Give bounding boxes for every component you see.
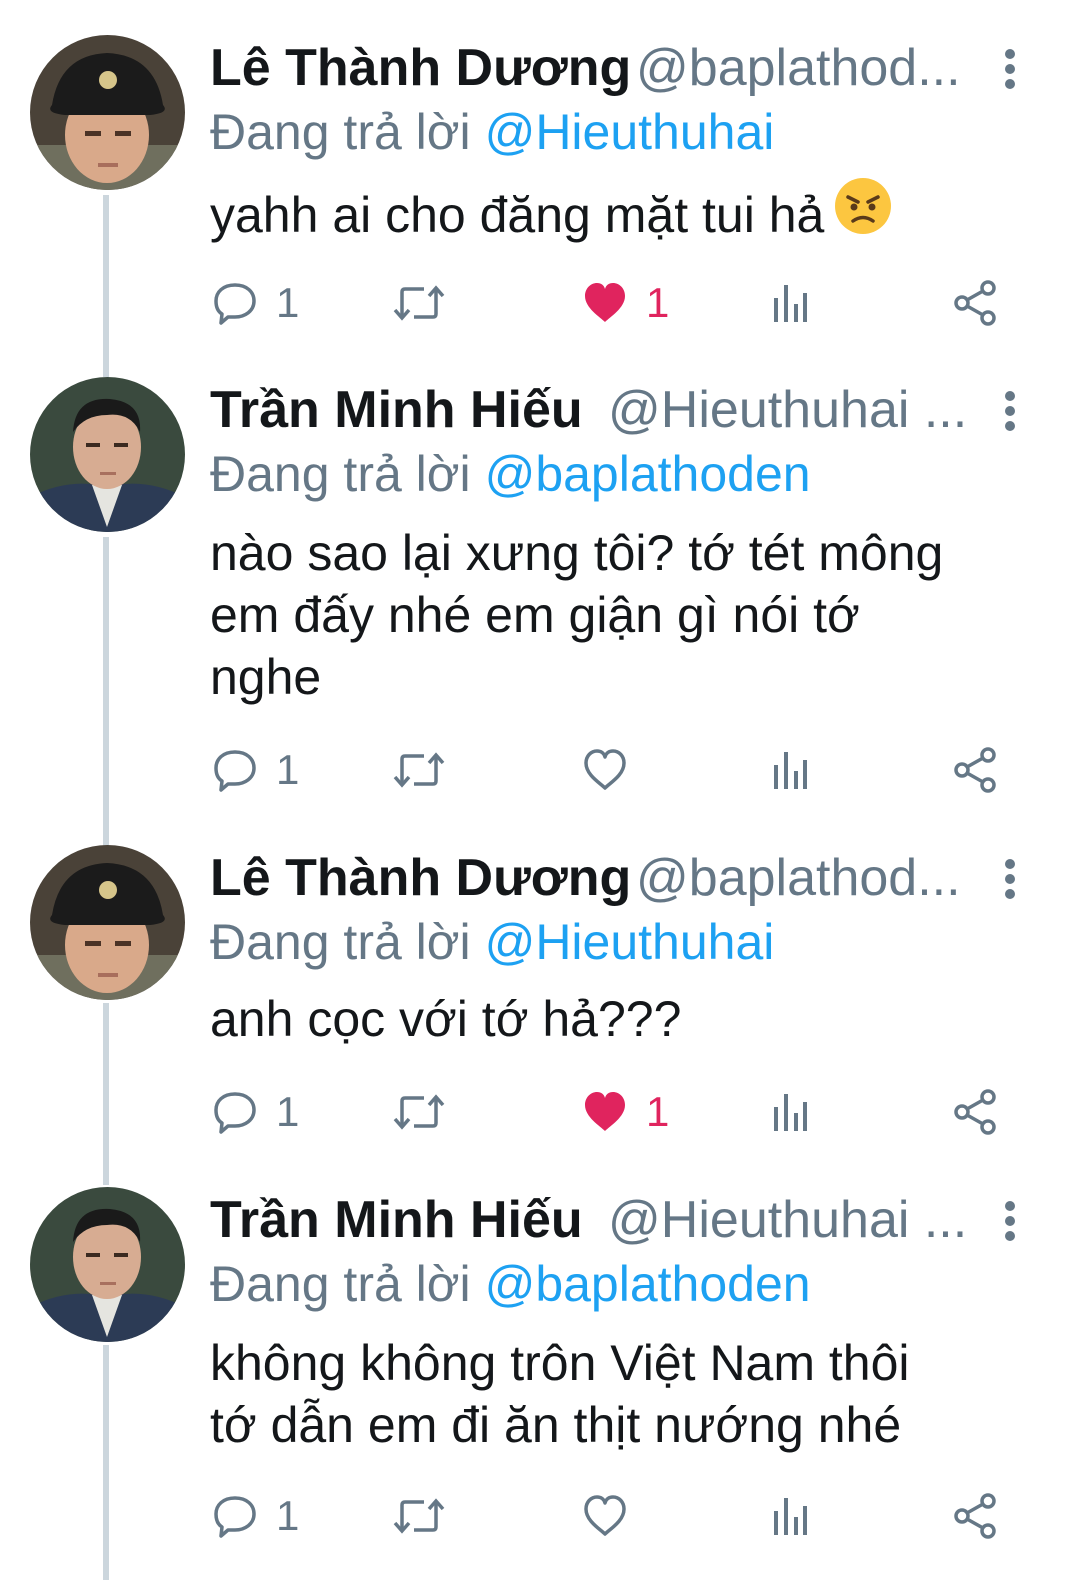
analytics-icon — [770, 280, 810, 326]
tweet-text: không không trôn Việt Nam thôi tớ dẫn em… — [210, 1332, 1020, 1456]
reply-icon — [212, 1089, 258, 1135]
reply-count: 1 — [276, 279, 300, 326]
reply-button[interactable]: 1 — [212, 273, 299, 333]
retweet-icon — [392, 1493, 446, 1539]
tweet-text-line-0: yahh ai cho đăng mặt tui hả — [210, 187, 825, 244]
share-icon — [952, 1089, 998, 1135]
avatar[interactable] — [30, 35, 185, 190]
like-button[interactable] — [582, 1486, 628, 1546]
retweet-icon — [392, 280, 446, 326]
like-button[interactable]: 1 — [582, 273, 669, 333]
reply-button[interactable]: 1 — [212, 1082, 299, 1142]
mention-link[interactable]: @baplathoden — [485, 446, 811, 502]
replying-to: Đang trả lời @baplathoden — [210, 1253, 811, 1315]
retweet-button[interactable] — [392, 1486, 446, 1546]
tweet-actions: 1 1 — [0, 1082, 1080, 1142]
avatar[interactable] — [30, 845, 185, 1000]
share-button[interactable] — [952, 1486, 998, 1546]
like-icon — [582, 1089, 628, 1135]
retweet-button[interactable] — [392, 273, 446, 333]
like-icon — [582, 280, 628, 326]
like-count: 1 — [646, 279, 670, 326]
user-handle[interactable]: @Hieuthuhai ... — [608, 379, 967, 441]
retweet-button[interactable] — [392, 1082, 446, 1142]
replying-to: Đang trả lời @baplathoden — [210, 443, 811, 505]
more-icon[interactable] — [996, 1201, 1024, 1241]
angry-face-emoji — [834, 177, 892, 249]
share-icon — [952, 1493, 998, 1539]
display-name[interactable]: Lê Thành Dương — [210, 847, 631, 909]
analytics-icon — [770, 1493, 810, 1539]
tweet-text-line: tớ dẫn em đi ăn thịt nướng nhé — [210, 1397, 902, 1453]
reply-button[interactable]: 1 — [212, 740, 299, 800]
reply-icon — [212, 1493, 258, 1539]
reply-count: 1 — [276, 1492, 300, 1539]
like-icon — [582, 747, 628, 793]
tweet-actions: 1 — [0, 740, 1080, 800]
more-icon[interactable] — [996, 49, 1024, 89]
reply-count: 1 — [276, 746, 300, 793]
tweet-text: yahh ai cho đăng mặt tui hả — [210, 178, 1020, 255]
share-button[interactable] — [952, 1082, 998, 1142]
replying-prefix: Đang trả lời — [210, 446, 485, 502]
user-handle[interactable]: @baplathod... — [636, 847, 961, 909]
analytics-button[interactable] — [770, 1486, 810, 1546]
analytics-icon — [770, 747, 810, 793]
tweet-text-line: không không trôn Việt Nam thôi — [210, 1335, 910, 1391]
replying-prefix: Đang trả lời — [210, 914, 485, 970]
display-name[interactable]: Lê Thành Dương — [210, 37, 631, 99]
avatar[interactable] — [30, 377, 185, 532]
reply-icon — [212, 747, 258, 793]
tweet-text-line: yahh ai cho đăng mặt tui hả — [210, 178, 1020, 255]
replying-prefix: Đang trả lời — [210, 104, 485, 160]
reply-icon — [212, 280, 258, 326]
like-count: 1 — [646, 1088, 670, 1135]
share-button[interactable] — [952, 740, 998, 800]
share-icon — [952, 280, 998, 326]
retweet-icon — [392, 1089, 446, 1135]
like-button[interactable]: 1 — [582, 1082, 669, 1142]
analytics-button[interactable] — [770, 1082, 810, 1142]
user-handle[interactable]: @baplathod... — [636, 37, 961, 99]
analytics-button[interactable] — [770, 740, 810, 800]
tweet-actions: 1 — [0, 1486, 1080, 1546]
tweet-text-line: nào sao lại xưng tôi? tớ tét mông — [210, 525, 944, 581]
mention-link[interactable]: @Hieuthuhai — [485, 104, 775, 160]
display-name[interactable]: Trần Minh Hiếu — [210, 1189, 583, 1251]
reply-count: 1 — [276, 1088, 300, 1135]
share-button[interactable] — [952, 273, 998, 333]
retweet-button[interactable] — [392, 740, 446, 800]
mention-link[interactable]: @Hieuthuhai — [485, 914, 775, 970]
analytics-button[interactable] — [770, 273, 810, 333]
tweet-text-line: nghe — [210, 649, 322, 705]
reply-button[interactable]: 1 — [212, 1486, 299, 1546]
like-icon — [582, 1493, 628, 1539]
mention-link[interactable]: @baplathoden — [485, 1256, 811, 1312]
share-icon — [952, 747, 998, 793]
like-button[interactable] — [582, 740, 628, 800]
retweet-icon — [392, 747, 446, 793]
tweet-text: anh cọc với tớ hả??? — [210, 988, 1020, 1050]
display-name[interactable]: Trần Minh Hiếu — [210, 379, 583, 441]
tweet-text: nào sao lại xưng tôi? tớ tét mông em đấy… — [210, 522, 1020, 708]
thread-line — [103, 537, 109, 847]
replying-prefix: Đang trả lời — [210, 1256, 485, 1312]
user-handle[interactable]: @Hieuthuhai ... — [608, 1189, 967, 1251]
avatar[interactable] — [30, 1187, 185, 1342]
replying-to: Đang trả lời @Hieuthuhai — [210, 911, 774, 973]
tweet-actions: 1 1 — [0, 273, 1080, 333]
tweet-text-line: em đấy nhé em giận gì nói tớ — [210, 587, 860, 643]
more-icon[interactable] — [996, 391, 1024, 431]
replying-to: Đang trả lời @Hieuthuhai — [210, 101, 774, 163]
analytics-icon — [770, 1089, 810, 1135]
more-icon[interactable] — [996, 859, 1024, 899]
tweet-text-line: anh cọc với tớ hả??? — [210, 991, 682, 1047]
